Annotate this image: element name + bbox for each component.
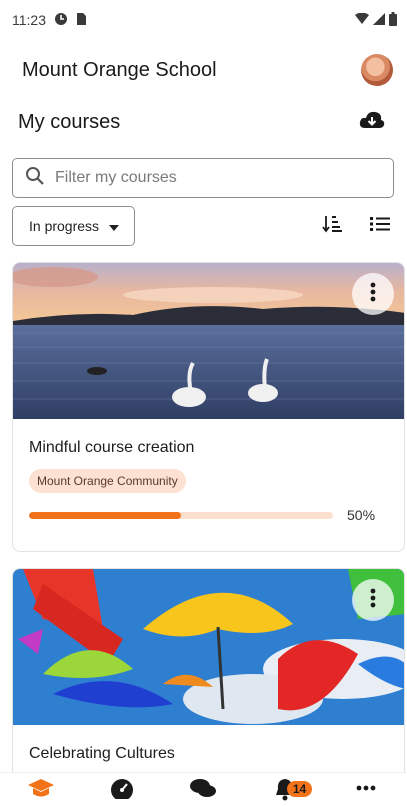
battery-icon bbox=[389, 11, 397, 29]
course-progress: 50% bbox=[29, 507, 388, 523]
course-card[interactable]: Mindful course creation Mount Orange Com… bbox=[12, 262, 405, 552]
course-body: Celebrating Cultures bbox=[13, 725, 404, 763]
course-name[interactable]: Celebrating Cultures bbox=[29, 745, 388, 763]
user-avatar[interactable] bbox=[361, 54, 393, 86]
progress-bar-fill bbox=[29, 511, 181, 519]
course-category-badge: Mount Orange Community bbox=[29, 469, 186, 493]
nav-my-courses[interactable] bbox=[21, 777, 61, 806]
page-title-row: My courses bbox=[0, 102, 407, 142]
status-bar-right bbox=[355, 11, 397, 29]
status-bar: 11:23 bbox=[0, 0, 407, 40]
signal-icon bbox=[373, 12, 385, 28]
caret-down-icon bbox=[109, 218, 120, 234]
course-status-dropdown[interactable]: In progress bbox=[12, 206, 135, 246]
more-horizontal-icon bbox=[355, 777, 377, 804]
nav-dashboard[interactable] bbox=[102, 777, 142, 806]
course-image-lake-swans[interactable] bbox=[13, 263, 404, 419]
nav-more[interactable] bbox=[346, 777, 386, 806]
filter-courses-field[interactable] bbox=[12, 158, 394, 198]
messages-icon bbox=[189, 777, 217, 804]
notification-count-badge: 14 bbox=[286, 781, 313, 797]
page-title: My courses bbox=[18, 110, 121, 133]
search-icon bbox=[25, 166, 45, 191]
course-options-button[interactable] bbox=[352, 579, 394, 621]
course-name[interactable]: Mindful course creation bbox=[29, 439, 388, 457]
progress-percent: 50% bbox=[347, 507, 376, 523]
wifi-icon bbox=[355, 12, 369, 28]
sim-card-icon bbox=[76, 12, 87, 29]
course-options-button[interactable] bbox=[352, 273, 394, 315]
filter-courses-input[interactable] bbox=[55, 169, 355, 187]
site-title: Mount Orange School bbox=[22, 58, 217, 81]
filter-row: In progress bbox=[12, 206, 394, 246]
app-header: Mount Orange School bbox=[0, 48, 407, 92]
progress-bar bbox=[29, 511, 333, 519]
course-image-colorful-umbrellas[interactable] bbox=[13, 569, 404, 725]
sort-icon[interactable] bbox=[322, 215, 342, 238]
course-card[interactable]: Celebrating Cultures bbox=[12, 568, 405, 778]
bottom-nav: 14 bbox=[0, 772, 407, 806]
more-vertical-icon bbox=[370, 282, 376, 307]
course-status-label: In progress bbox=[29, 218, 100, 234]
status-time: 11:23 bbox=[12, 12, 46, 28]
view-controls bbox=[322, 215, 394, 238]
cloud-download-icon[interactable] bbox=[359, 110, 385, 135]
dashboard-gauge-icon bbox=[109, 777, 135, 804]
list-view-icon[interactable] bbox=[370, 216, 390, 237]
more-vertical-icon bbox=[370, 588, 376, 613]
data-saver-icon bbox=[54, 12, 68, 29]
status-bar-left: 11:23 bbox=[12, 12, 87, 29]
nav-messages[interactable] bbox=[183, 777, 223, 806]
nav-notifications[interactable]: 14 bbox=[265, 777, 313, 806]
course-body: Mindful course creation Mount Orange Com… bbox=[13, 419, 404, 523]
graduation-cap-icon bbox=[27, 777, 55, 804]
